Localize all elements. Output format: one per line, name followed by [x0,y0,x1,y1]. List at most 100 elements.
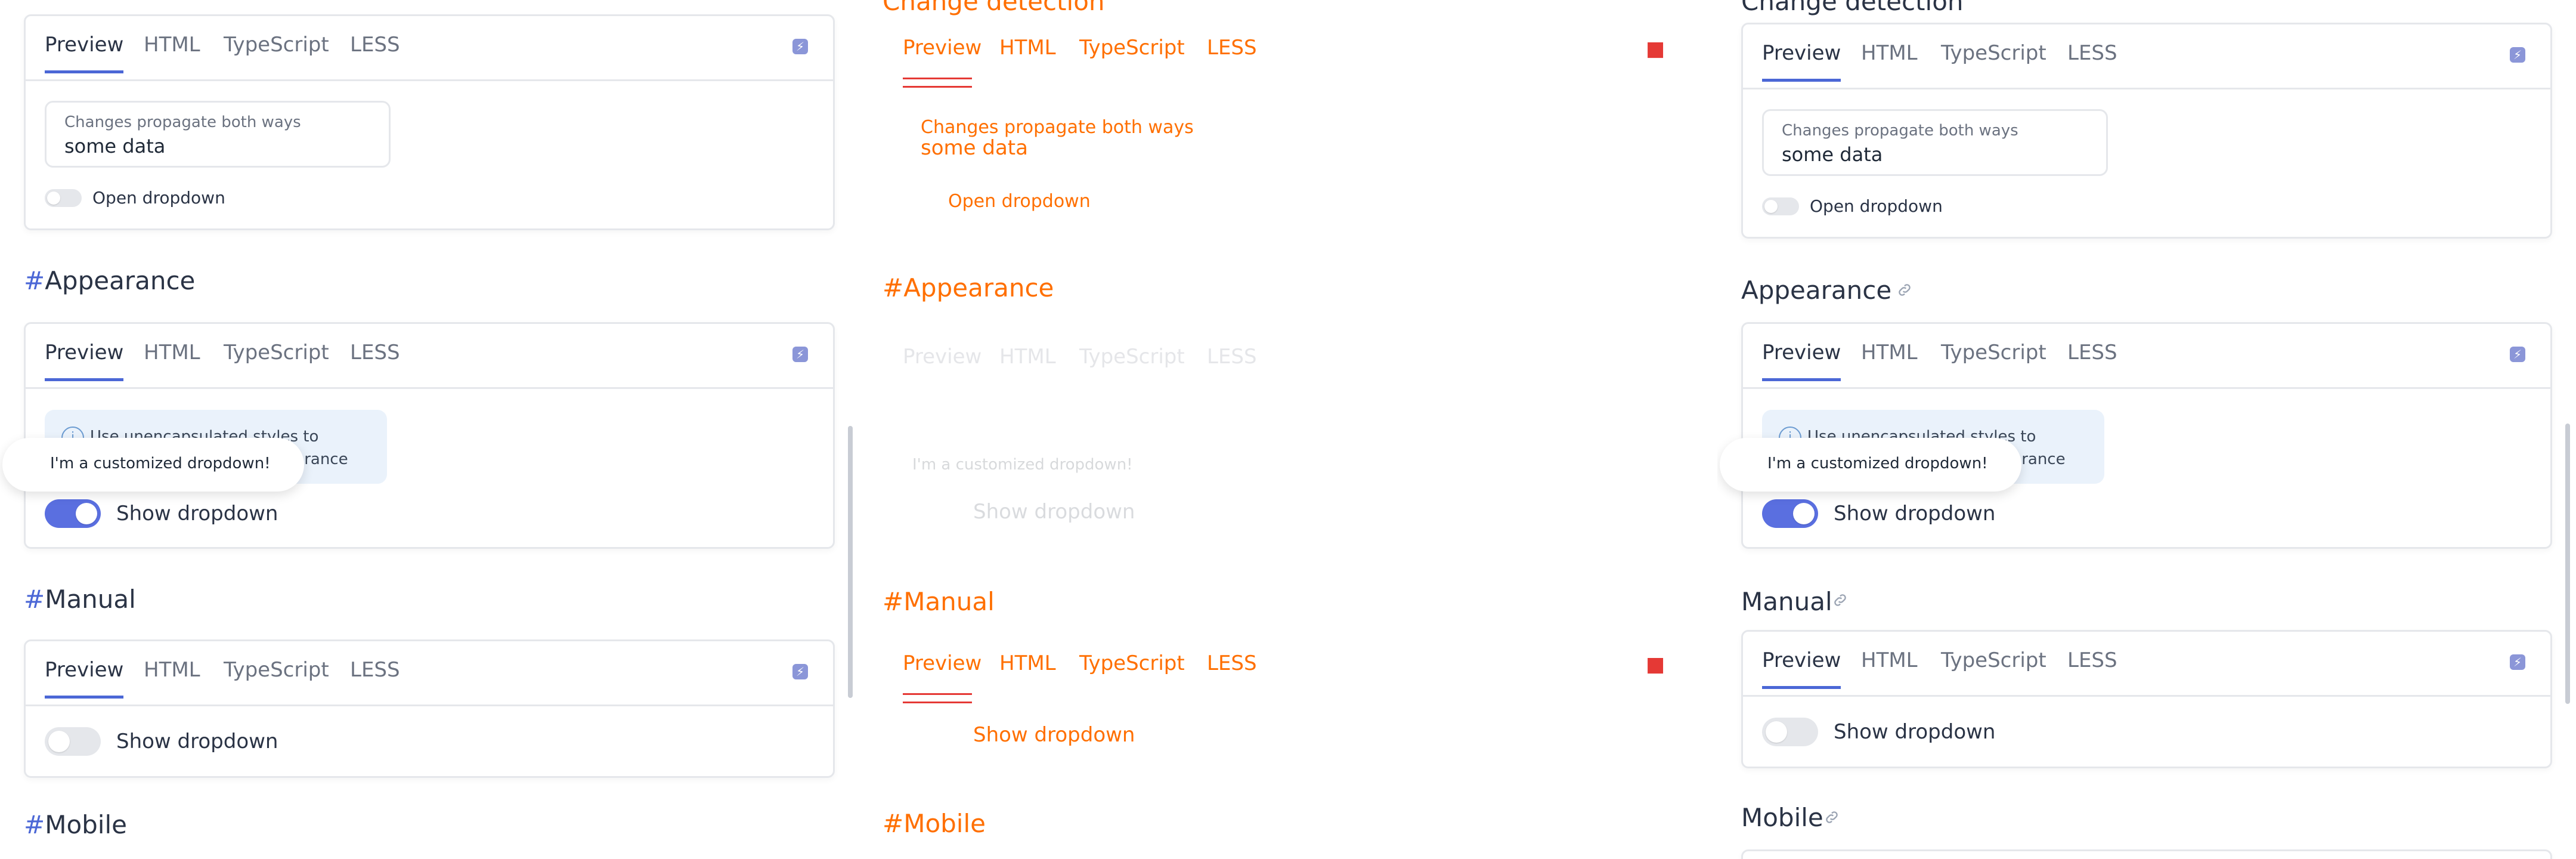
hash-icon[interactable]: # [24,810,45,839]
scrollbar[interactable] [848,426,853,698]
section-title-mobile: Mobile [1741,803,1823,832]
tab-bar: Preview HTML TypeScript LESS ⚡ [26,16,833,81]
field-value[interactable]: some data [64,135,165,157]
section-title-mobile: #Mobile [883,809,986,838]
tab-bar: Preview HTML TypeScript LESS ⚡ [1743,324,2550,389]
link-icon[interactable] [1823,809,1840,826]
tab-less[interactable]: LESS [350,658,400,682]
field-label: Changes propagate both ways [1782,122,2018,140]
tab-preview[interactable]: Preview [45,658,124,699]
customized-dropdown: I'm a customized dropdown! [1720,438,2021,492]
tab-less[interactable]: LESS [2067,341,2117,364]
tab-less[interactable]: LESS [350,341,400,364]
example-card-mobile [1741,849,2552,859]
hash-icon[interactable]: # [24,266,45,295]
panel-left: Preview HTML TypeScript LESS ⚡ Changes p… [0,0,859,859]
tab-html[interactable]: HTML [144,341,200,364]
tab-less[interactable]: LESS [1207,651,1257,675]
lightning-icon[interactable]: ⚡ [2510,47,2525,63]
link-icon[interactable] [1896,282,1913,298]
tab-less[interactable]: LESS [2067,648,2117,672]
tab-preview[interactable]: Preview [45,341,124,381]
example-card-change-detection: Preview HTML TypeScript LESS ⚡ Changes p… [24,14,835,230]
tab-preview[interactable]: Preview [903,651,982,675]
toggle-label: Open dropdown [92,188,225,208]
tab-typescript[interactable]: TypeScript [224,341,329,364]
link-icon[interactable] [1832,592,1849,608]
field-value[interactable]: some data [1782,143,1883,166]
tab-typescript[interactable]: TypeScript [224,658,329,682]
tab-bar: Preview HTML TypeScript LESS ⚡ [26,641,833,706]
tab-typescript[interactable]: TypeScript [224,33,329,57]
section-title-appearance: #Appearance [24,266,196,295]
tab-less[interactable]: LESS [1207,345,1257,369]
text-field[interactable]: Changes propagate both ways some data [1762,109,2108,176]
diff-underline [903,693,972,695]
tab-html[interactable]: HTML [999,651,1056,675]
example-card-manual: Preview HTML TypeScript LESS ⚡ Show drop… [24,639,835,778]
panel-diff: Change detection Preview HTML TypeScript… [859,0,1717,859]
dropdown-text: I'm a customized dropdown! [912,456,1133,474]
section-title-manual: #Manual [24,585,136,614]
example-card-appearance: Preview HTML TypeScript LESS ⚡ i Use une… [1741,322,2552,549]
show-dropdown-toggle[interactable] [45,499,101,528]
tab-typescript[interactable]: TypeScript [1079,345,1185,369]
tab-html[interactable]: HTML [144,33,200,57]
show-dropdown-toggle[interactable] [45,727,101,756]
tab-less[interactable]: LESS [350,33,400,57]
show-dropdown-toggle[interactable] [1762,499,1818,528]
section-title-appearance: #Appearance [883,273,1054,302]
field-value: some data [921,136,1028,160]
tab-preview[interactable]: Preview [903,345,982,369]
hash-icon[interactable]: # [24,585,45,614]
toggle-label: Show dropdown [116,502,278,526]
tab-typescript[interactable]: TypeScript [1079,651,1185,675]
scrollbar[interactable] [2565,424,2570,704]
tab-bar: Preview HTML TypeScript LESS ⚡ [26,324,833,389]
diff-underline [903,78,972,79]
tab-html[interactable]: HTML [1861,648,1918,672]
tab-preview[interactable]: Preview [1762,341,1841,381]
open-dropdown-toggle[interactable] [1762,197,1799,215]
toggle-label: Show dropdown [1834,720,1996,744]
tab-bar: Preview HTML TypeScript LESS ⚡ [1743,24,2550,89]
toggle-label: Show dropdown [1834,502,1996,526]
open-dropdown-toggle[interactable] [45,189,82,207]
tab-html[interactable]: HTML [1861,341,1918,364]
diff-underline [903,86,972,88]
tab-html[interactable]: HTML [999,345,1056,369]
tab-typescript[interactable]: TypeScript [1941,341,2046,364]
show-dropdown-toggle[interactable] [1762,718,1818,746]
toggle-label: Open dropdown [948,191,1091,212]
diff-marker-icon: ■ [1646,653,1665,676]
tab-html[interactable]: HTML [144,658,200,682]
toggle-label: Open dropdown [1810,196,1943,216]
example-card-change-detection: Preview HTML TypeScript LESS ⚡ Changes p… [1741,23,2552,239]
toggle-label: Show dropdown [116,730,278,753]
tab-typescript[interactable]: TypeScript [1079,36,1185,60]
panel-right: Change detection Preview HTML TypeScript… [1717,0,2576,859]
tab-less[interactable]: LESS [1207,36,1257,60]
tab-html[interactable]: HTML [1861,41,1918,65]
tab-preview[interactable]: Preview [1762,648,1841,689]
tab-typescript[interactable]: TypeScript [1941,648,2046,672]
lightning-icon[interactable]: ⚡ [792,664,808,679]
tab-preview[interactable]: Preview [1762,41,1841,82]
example-card-manual: Preview HTML TypeScript LESS ⚡ Show drop… [1741,630,2552,768]
lightning-icon[interactable]: ⚡ [792,347,808,362]
example-card-appearance: Preview HTML TypeScript LESS ⚡ i Use une… [24,322,835,549]
section-title-manual: #Manual [883,587,995,616]
tab-typescript[interactable]: TypeScript [1941,41,2046,65]
tab-less[interactable]: LESS [2067,41,2117,65]
lightning-icon[interactable]: ⚡ [2510,654,2525,670]
customized-dropdown: I'm a customized dropdown! [2,438,304,492]
diff-marker-icon: ■ [1646,37,1665,61]
tab-preview[interactable]: Preview [903,36,982,60]
text-field[interactable]: Changes propagate both ways some data [45,101,391,168]
lightning-icon[interactable]: ⚡ [2510,347,2525,362]
tab-preview[interactable]: Preview [45,33,124,73]
tab-html[interactable]: HTML [999,36,1056,60]
field-label: Changes propagate both ways [64,113,301,131]
lightning-icon[interactable]: ⚡ [792,39,808,54]
section-title-manual: Manual [1741,587,1832,616]
